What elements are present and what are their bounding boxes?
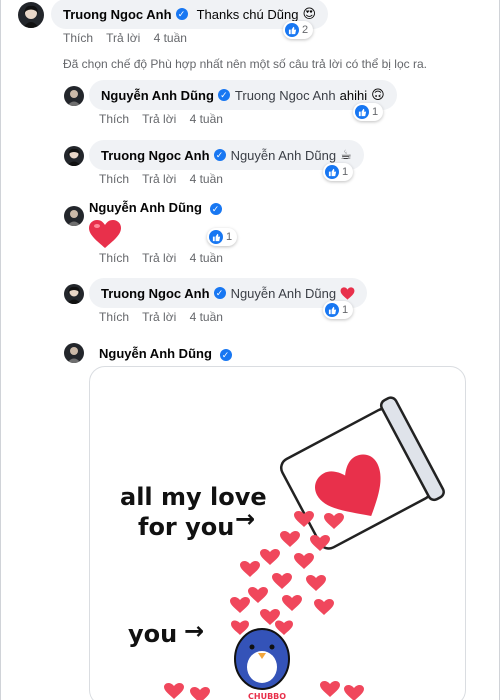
reply-link[interactable]: Trả lời	[142, 172, 176, 186]
like-icon	[325, 303, 339, 317]
reply-bubble: Nguyễn Anh Dũng ✓ Truong Ngoc Anh ahihi …	[89, 80, 397, 110]
timestamp[interactable]: 4 tuần	[190, 172, 223, 186]
like-link[interactable]: Thích	[63, 31, 93, 45]
reply-bubble: Truong Ngoc Anh ✓ Nguyễn Anh Dũng ☕	[89, 140, 364, 170]
sticker-arrow1: →	[235, 505, 255, 533]
filter-notice: Đã chọn chế độ Phù hợp nhất nên một số c…	[63, 57, 427, 71]
comment-author[interactable]: Truong Ngoc Anh	[63, 7, 172, 22]
big-heart-emoji: ❤️	[88, 219, 122, 249]
reply-author[interactable]: Truong Ngoc Anh	[101, 148, 210, 163]
mention-tag[interactable]: Truong Ngoc Anh	[235, 88, 336, 103]
reply-author[interactable]: Nguyễn Anh Dũng	[99, 346, 212, 361]
mention-tag[interactable]: Nguyễn Anh Dũng	[231, 148, 337, 163]
like-link[interactable]: Thích	[99, 251, 129, 265]
sticker-illustration: all my love for you → you → CHUBBO	[120, 396, 445, 700]
upside-down-emoji-icon: 🙃	[371, 87, 385, 102]
verified-badge-icon: ✓	[219, 349, 232, 361]
reply-link[interactable]: Trả lời	[142, 310, 176, 324]
like-icon	[209, 230, 223, 244]
like-icon	[325, 165, 339, 179]
verified-badge-icon: ✓	[209, 203, 222, 215]
reply-actions: Thích Trả lời 4 tuần	[99, 112, 233, 126]
comment-actions: Thích Trả lời 4 tuần	[63, 31, 197, 45]
reply-author-line: Nguyễn Anh Dũng ✓	[89, 200, 227, 215]
reply-actions: Thích Trả lời 4 tuần	[99, 172, 233, 186]
sticker-arrow2: →	[184, 617, 204, 645]
reply-author[interactable]: Nguyễn Anh Dũng	[89, 200, 202, 215]
sticker-brand: CHUBBO	[248, 692, 286, 700]
reply-author[interactable]: Truong Ngoc Anh	[101, 286, 210, 301]
reaction-count[interactable]: 1	[353, 103, 384, 121]
sticker-line3: you	[128, 620, 177, 648]
reply-author[interactable]: Nguyễn Anh Dũng	[101, 88, 214, 103]
sticker-line2: for you	[138, 513, 234, 541]
avatar[interactable]	[64, 146, 84, 166]
like-icon	[285, 23, 299, 37]
verified-badge-icon: ✓	[217, 89, 230, 101]
reaction-count[interactable]: 1	[207, 228, 238, 246]
like-link[interactable]: Thích	[99, 310, 129, 324]
reply-author-line: Nguyễn Anh Dũng ✓	[99, 346, 237, 361]
verified-badge-icon: ✓	[213, 149, 226, 161]
heart-eyes-emoji-icon: 😍	[302, 6, 317, 21]
reply-link[interactable]: Trả lời	[142, 251, 176, 265]
avatar[interactable]	[64, 206, 84, 226]
like-link[interactable]: Thích	[99, 112, 129, 126]
reply-actions: Thích Trả lời 4 tuần	[99, 310, 233, 324]
avatar[interactable]	[64, 343, 84, 363]
mention-tag[interactable]: Nguyễn Anh Dũng	[231, 286, 337, 301]
verified-badge-icon: ✓	[213, 287, 226, 299]
love-sticker[interactable]: all my love for you → you → CHUBBO	[89, 366, 466, 700]
like-link[interactable]: Thích	[99, 172, 129, 186]
timestamp[interactable]: 4 tuần	[190, 310, 223, 324]
reaction-count[interactable]: 1	[323, 163, 354, 181]
comment-thread: Truong Ngoc Anh ✓ Thanks chú Dũng 😍 2 Th…	[0, 0, 500, 700]
reply-text: ahihi	[339, 87, 368, 103]
reply-link[interactable]: Trả lời	[106, 31, 140, 45]
like-icon	[355, 105, 369, 119]
reply-actions: Thích Trả lời 4 tuần	[99, 251, 233, 265]
timestamp[interactable]: 4 tuần	[154, 31, 187, 45]
reply-link[interactable]: Trả lời	[142, 112, 176, 126]
comment-text: Thanks chú Dũng	[196, 6, 299, 22]
timestamp[interactable]: 4 tuần	[190, 251, 223, 265]
avatar[interactable]	[64, 86, 84, 106]
reaction-count[interactable]: 1	[323, 301, 354, 319]
coffee-emoji-icon: ☕	[340, 147, 352, 162]
avatar[interactable]	[64, 284, 84, 304]
timestamp[interactable]: 4 tuần	[190, 112, 223, 126]
reaction-count[interactable]: 2	[283, 21, 314, 39]
verified-badge-icon: ✓	[175, 8, 188, 20]
chubbo-character: CHUBBO	[231, 620, 293, 700]
heart-icon	[89, 220, 121, 248]
avatar[interactable]	[18, 2, 44, 28]
